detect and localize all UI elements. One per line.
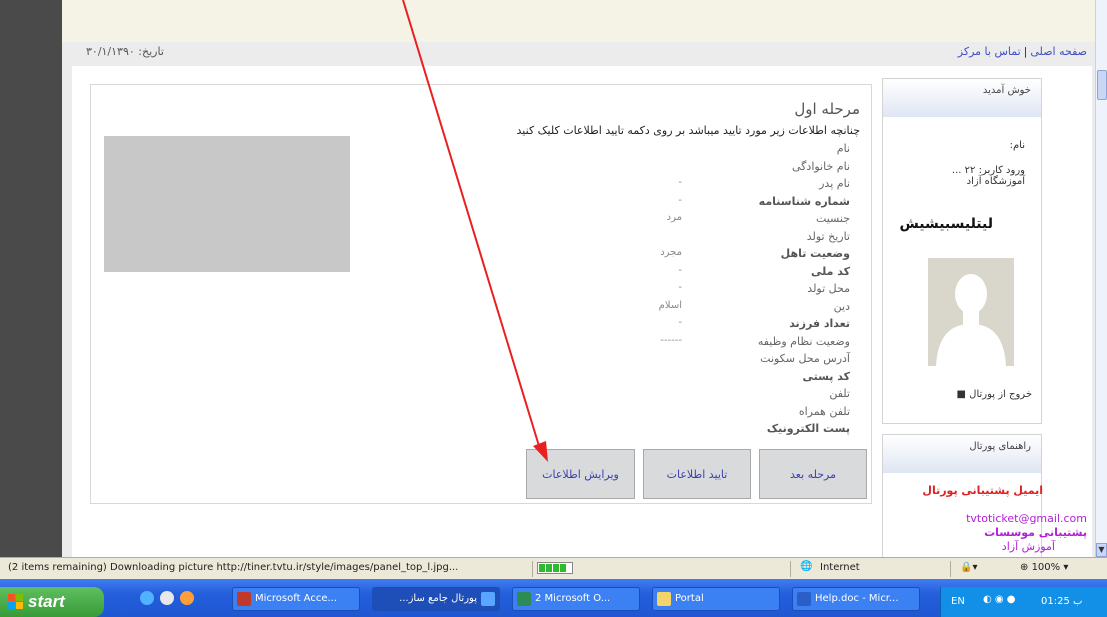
entry-date: ورود کاربر: ۲۲ ... <box>951 165 1025 176</box>
taskbar-item-label: Microsoft Acce... <box>255 593 338 604</box>
word-icon <box>797 592 811 606</box>
windows-logo-icon <box>8 594 24 610</box>
globe-icon: 🌐 <box>800 561 813 572</box>
language-indicator[interactable]: EN <box>951 596 965 607</box>
taskbar-item-label: Help.doc - Micr... <box>815 593 899 604</box>
taskbar-item-portal-ie[interactable]: پورتال جامع ساز... <box>372 587 500 611</box>
welcome-title: خوش آمدید <box>883 79 1041 117</box>
taskbar-item-office-group[interactable]: 2 Microsoft O... <box>512 587 640 611</box>
institutes-support[interactable]: پشتیبانی موسسات <box>984 526 1087 539</box>
clock: 01:25 ب <box>1041 596 1083 607</box>
taskbar-item-label: پورتال جامع ساز... <box>399 593 477 604</box>
user-name-label: نام: <box>1009 140 1025 151</box>
guides-title: راهنمای پورتال <box>883 435 1041 473</box>
zone-label: Internet <box>820 562 860 573</box>
taskbar-item-label: Portal <box>675 593 704 604</box>
status-divider-2 <box>790 561 791 577</box>
ie-quicklaunch-icon[interactable] <box>140 591 154 605</box>
zoom-level[interactable]: ⊕ 100% ▾ <box>1020 562 1068 573</box>
status-divider-3 <box>950 561 951 577</box>
ie-icon <box>481 592 495 606</box>
username: لیتلیسبیشیش <box>899 216 993 232</box>
user-avatar <box>928 258 1014 366</box>
institute-name: آموزشگاه آزاد <box>966 176 1025 187</box>
access-icon <box>237 592 251 606</box>
taskbar-item-word[interactable]: Help.doc - Micr... <box>792 587 920 611</box>
support-email-title[interactable]: ایمیل پشتیبانی پورتال <box>922 484 1043 497</box>
free-institute[interactable]: آموزش آزاد <box>1002 540 1055 553</box>
system-tray: EN ◐ ◉ ● 01:25 ب <box>940 587 1107 617</box>
tray-icons[interactable]: ◐ ◉ ● <box>983 594 1016 605</box>
excel-icon <box>517 592 531 606</box>
taskbar-item-access[interactable]: Microsoft Acce... <box>232 587 360 611</box>
start-label: start <box>28 592 65 611</box>
status-message: (2 items remaining) Downloading picture … <box>8 562 459 573</box>
support-email[interactable]: tvtoticket@gmail.com <box>966 512 1087 525</box>
zoom-value: 100% <box>1031 562 1061 573</box>
bullet-icon: ■ <box>956 389 966 400</box>
taskbar-item-label: 2 Microsoft O... <box>535 593 611 604</box>
status-divider <box>532 561 533 577</box>
logout-link[interactable]: خروج از پورتال ■ <box>957 389 1032 400</box>
security-icon[interactable]: 🔒▾ <box>960 562 977 573</box>
download-progress-bar <box>537 562 573 574</box>
folder-icon <box>657 592 671 606</box>
start-button[interactable]: start <box>0 587 104 617</box>
browser-status-bar: (2 items remaining) Downloading picture … <box>0 557 1107 579</box>
media-quicklaunch-icon[interactable] <box>180 591 194 605</box>
welcome-box: خوش آمدید <box>882 78 1042 424</box>
windows-taskbar: start Microsoft Acce... پورتال جامع ساز.… <box>0 579 1107 617</box>
taskbar-item-portal-folder[interactable]: Portal <box>652 587 780 611</box>
logout-label: خروج از پورتال <box>969 389 1032 400</box>
desktop-quicklaunch-icon[interactable] <box>160 591 174 605</box>
